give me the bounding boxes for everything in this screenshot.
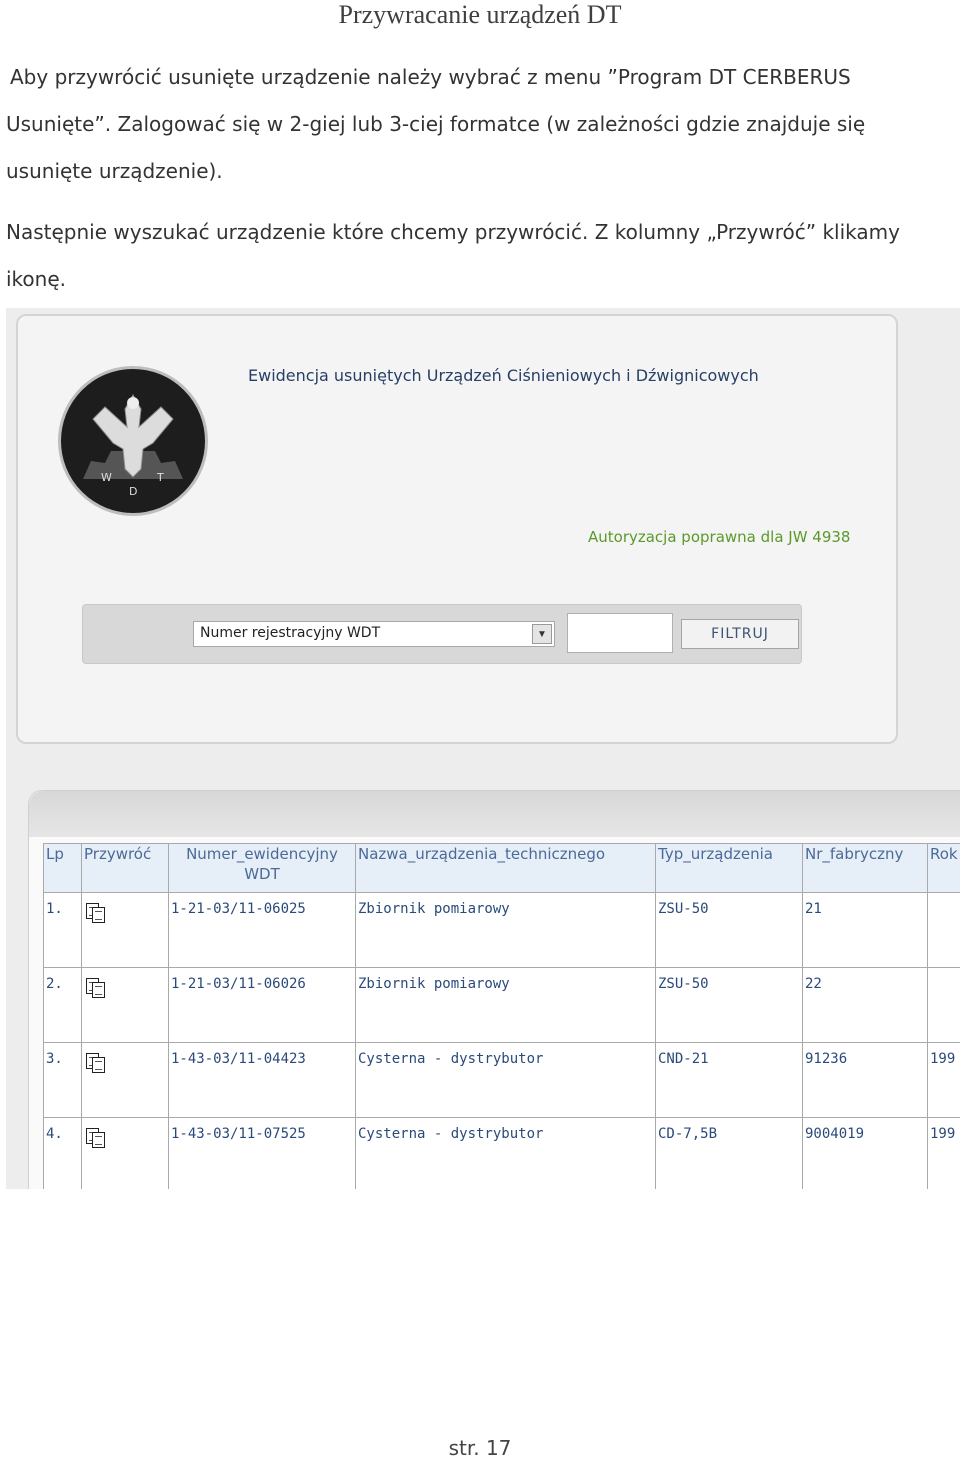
cell-restore: [82, 1043, 169, 1118]
cell-lp: 2.: [44, 968, 82, 1043]
copy-document-icon[interactable]: [86, 903, 104, 921]
cell-serial: 21: [803, 893, 928, 968]
cell-name: Cysterna - dystrybutor: [356, 1118, 656, 1190]
logo-letter: W: [101, 471, 112, 484]
cell-name: Zbiornik pomiarowy: [356, 893, 656, 968]
cell-number: 1-21-03/11-06026: [169, 968, 356, 1043]
auth-status-message: Autoryzacja poprawna dla JW 4938: [588, 528, 850, 546]
cell-type: ZSU-50: [656, 968, 803, 1043]
cell-type: ZSU-50: [656, 893, 803, 968]
cell-restore: [82, 893, 169, 968]
page-number: str. 17: [0, 1436, 960, 1460]
logo-letter: D: [129, 485, 137, 498]
cell-year: 199: [928, 1118, 960, 1190]
filter-field-value: Numer rejestracyjny WDT: [200, 625, 380, 641]
cell-type: CD-7,5B: [656, 1118, 803, 1190]
cell-restore: [82, 968, 169, 1043]
cell-restore: [82, 1118, 169, 1190]
paragraph-line: Następnie wyszukać urządzenie które chce…: [6, 209, 946, 256]
cell-lp: 4.: [44, 1118, 82, 1190]
table-header-row: Lp Przywróć Numer_ewidencyjny WDT Nazwa_…: [44, 844, 960, 893]
search-panel: W D T Ewidencja usuniętych Urządzeń Ciśn…: [16, 314, 898, 744]
paragraph-line: Usunięte”. Zalogować się w 2-giej lub 3-…: [6, 101, 946, 148]
eagle-emblem-icon: W D T: [61, 369, 205, 513]
cell-type: CND-21: [656, 1043, 803, 1118]
column-header-number[interactable]: Numer_ewidencyjny WDT: [169, 844, 356, 893]
copy-document-icon[interactable]: [86, 1053, 104, 1071]
column-header-restore[interactable]: Przywróć: [82, 844, 169, 893]
paragraph-line: usunięte urządzenie).: [6, 148, 946, 195]
cell-number: 1-21-03/11-06025: [169, 893, 356, 968]
column-header-lp[interactable]: Lp: [44, 844, 82, 893]
column-header-number-sub: WDT: [171, 864, 353, 884]
filter-field-select[interactable]: Numer rejestracyjny WDT ▼: [193, 621, 555, 647]
table-row: 4. 1-43-03/11-07525 Cysterna - dystrybut…: [44, 1118, 960, 1190]
results-table-frame: Lp Przywróć Numer_ewidencyjny WDT Nazwa_…: [28, 790, 960, 1189]
cell-number: 1-43-03/11-04423: [169, 1043, 356, 1118]
logo-letter: T: [156, 471, 164, 484]
cell-lp: 1.: [44, 893, 82, 968]
copy-document-icon[interactable]: [86, 978, 104, 996]
table-row: 2. 1-21-03/11-06026 Zbiornik pomiarowy Z…: [44, 968, 960, 1043]
cell-name: Zbiornik pomiarowy: [356, 968, 656, 1043]
cell-serial: 9004019: [803, 1118, 928, 1190]
cell-year: 199: [928, 1043, 960, 1118]
cell-serial: 22: [803, 968, 928, 1043]
document-title: Przywracanie urządzeń DT: [0, 0, 960, 30]
filter-value-input[interactable]: [567, 613, 673, 653]
column-header-number-label: Numer_ewidencyjny: [171, 844, 353, 864]
table-row: 1. 1-21-03/11-06025 Zbiornik pomiarowy Z…: [44, 893, 960, 968]
chevron-down-icon[interactable]: ▼: [532, 624, 552, 644]
table-row: 3. 1-43-03/11-04423 Cysterna - dystrybut…: [44, 1043, 960, 1118]
column-header-name[interactable]: Nazwa_urządzenia_technicznego: [356, 844, 656, 893]
table-header-bar: [29, 791, 960, 837]
wdt-emblem-logo: W D T: [58, 366, 208, 516]
instruction-paragraph-1: Aby przywrócić usunięte urządzenie należ…: [6, 54, 946, 195]
paragraph-line: Aby przywrócić usunięte urządzenie należ…: [6, 54, 946, 101]
deleted-devices-table: Lp Przywróć Numer_ewidencyjny WDT Nazwa_…: [43, 843, 960, 1189]
embedded-screenshot: W D T Ewidencja usuniętych Urządzeń Ciśn…: [6, 308, 960, 1189]
column-header-year[interactable]: Rok: [928, 844, 960, 893]
column-header-type[interactable]: Typ_urządzenia: [656, 844, 803, 893]
cell-year: [928, 968, 960, 1043]
cell-name: Cysterna - dystrybutor: [356, 1043, 656, 1118]
filter-button[interactable]: FILTRUJ: [681, 619, 799, 649]
column-header-serial[interactable]: Nr_fabryczny: [803, 844, 928, 893]
cell-number: 1-43-03/11-07525: [169, 1118, 356, 1190]
copy-document-icon[interactable]: [86, 1128, 104, 1146]
cell-year: [928, 893, 960, 968]
paragraph-line: ikonę.: [6, 256, 946, 303]
cell-lp: 3.: [44, 1043, 82, 1118]
panel-title: Ewidencja usuniętych Urządzeń Ciśnieniow…: [248, 366, 759, 385]
cell-serial: 91236: [803, 1043, 928, 1118]
filter-bar: Numer rejestracyjny WDT ▼ FILTRUJ: [82, 604, 802, 664]
instruction-paragraph-2: Następnie wyszukać urządzenie które chce…: [6, 209, 946, 303]
